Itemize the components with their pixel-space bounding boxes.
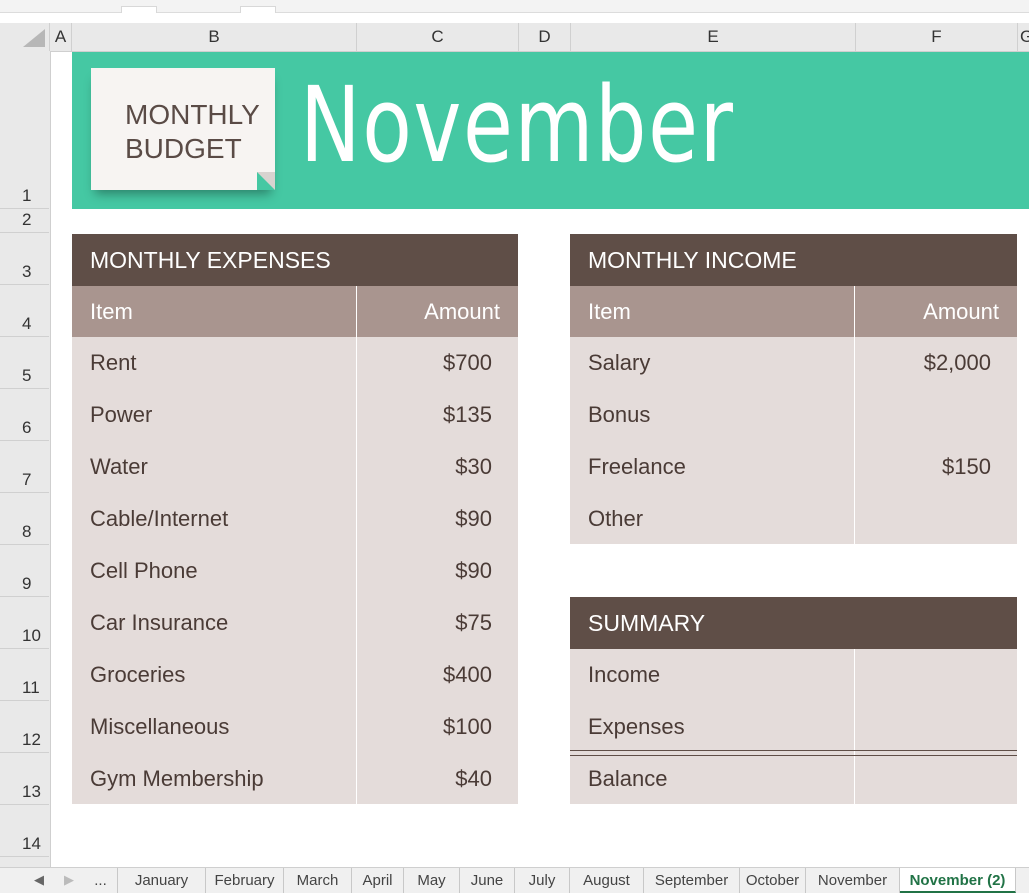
summary-item-cell[interactable]: Income	[588, 649, 660, 701]
row-header[interactable]: 1	[0, 51, 49, 209]
expense-item-cell[interactable]: Miscellaneous	[90, 701, 229, 753]
income-table-header: Item Amount	[570, 286, 1017, 337]
expense-amount-cell[interactable]: $100	[443, 701, 492, 753]
expense-item-cell[interactable]: Groceries	[90, 649, 185, 701]
select-all-button[interactable]	[0, 23, 50, 51]
income-item-cell[interactable]: Bonus	[588, 389, 650, 441]
row-header[interactable]: 9	[0, 545, 49, 597]
expense-amount-cell[interactable]: $40	[455, 753, 492, 805]
expense-amount-cell[interactable]: $135	[443, 389, 492, 441]
expense-item-cell[interactable]: Car Insurance	[90, 597, 228, 649]
sheet-tab-bar: ◀ ▶ ... January February March April May June…	[0, 867, 1029, 893]
expenses-table-title[interactable]: MONTHLY EXPENSES	[72, 234, 518, 286]
ribbon-tab-stub	[240, 6, 276, 13]
expense-amount-cell[interactable]: $90	[455, 545, 492, 597]
expense-item-cell[interactable]: Cell Phone	[90, 545, 198, 597]
sheet-tab[interactable]: January	[118, 868, 206, 893]
sheet-tab[interactable]: April	[352, 868, 404, 893]
monthly-budget-label: MONTHLY BUDGET	[125, 98, 260, 166]
expenses-col-amount[interactable]: Amount	[424, 286, 500, 337]
income-amount-cell[interactable]: $2,000	[924, 337, 991, 389]
summary-table-body: Income Expenses Balance	[570, 649, 1017, 804]
sheet-tab[interactable]: February	[206, 868, 284, 893]
income-table-body: Salary $2,000 Bonus Freelance $150 Other	[570, 337, 1017, 544]
ribbon-edge	[0, 0, 1029, 13]
row-header[interactable]: 11	[0, 649, 49, 701]
row-header[interactable]: 12	[0, 701, 49, 753]
expense-amount-cell[interactable]: $400	[443, 649, 492, 701]
expense-item-cell[interactable]: Rent	[90, 337, 136, 389]
sheet-tab[interactable]: November (2)	[900, 868, 1016, 893]
summary-table-title[interactable]: SUMMARY	[570, 597, 1017, 649]
expenses-col-item[interactable]: Item	[90, 286, 133, 337]
column-header-f[interactable]: F	[856, 23, 1018, 51]
scroll-tabs-right-icon[interactable]: ▶	[64, 872, 74, 888]
expense-amount-cell[interactable]: $75	[455, 597, 492, 649]
column-headers: A B C D E F G	[0, 23, 1029, 52]
sheet-tab[interactable]: August	[570, 868, 644, 893]
expense-item-cell[interactable]: Cable/Internet	[90, 493, 228, 545]
month-title: November	[300, 64, 735, 186]
expense-item-cell[interactable]: Power	[90, 389, 152, 441]
income-col-item[interactable]: Item	[588, 286, 631, 337]
sheet-tab[interactable]: March	[284, 868, 352, 893]
scroll-tabs-left-icon[interactable]: ◀	[34, 872, 44, 888]
row-header[interactable]: 4	[0, 285, 49, 337]
summary-column-divider	[854, 649, 855, 804]
expenses-column-divider	[356, 286, 357, 804]
income-amount-cell[interactable]: $150	[942, 441, 991, 493]
income-col-amount[interactable]: Amount	[923, 286, 999, 337]
balance-double-rule	[570, 750, 1017, 756]
row-header[interactable]: 7	[0, 441, 49, 493]
row-header[interactable]: 10	[0, 597, 49, 649]
sheet-tab[interactable]: July	[515, 868, 570, 893]
income-column-divider	[854, 286, 855, 544]
column-header-c[interactable]: C	[357, 23, 519, 51]
sticky-line-2: BUDGET	[125, 133, 242, 164]
sticky-line-1: MONTHLY	[125, 99, 260, 130]
column-header-b[interactable]: B	[72, 23, 357, 51]
expense-amount-cell[interactable]: $30	[455, 441, 492, 493]
row-header[interactable]: 13	[0, 753, 49, 805]
row-header[interactable]: 5	[0, 337, 49, 389]
expense-amount-cell[interactable]: $90	[455, 493, 492, 545]
summary-item-cell[interactable]: Expenses	[588, 701, 685, 753]
expenses-table-header: Item Amount	[72, 286, 518, 337]
sheet-tab[interactable]: October	[740, 868, 806, 893]
sheet-tab[interactable]: November	[806, 868, 900, 893]
row-header[interactable]: 6	[0, 389, 49, 441]
sheet-tab[interactable]: May	[404, 868, 460, 893]
select-all-triangle-icon	[23, 29, 45, 47]
income-item-cell[interactable]: Freelance	[588, 441, 686, 493]
more-tabs-button[interactable]: ...	[84, 868, 118, 893]
expense-amount-cell[interactable]: $700	[443, 337, 492, 389]
monthly-budget-note: MONTHLY BUDGET	[91, 68, 275, 190]
column-header-d[interactable]: D	[519, 23, 571, 51]
column-header-g[interactable]: G	[1018, 23, 1029, 51]
income-item-cell[interactable]: Other	[588, 493, 643, 545]
ribbon-tab-stub	[121, 6, 157, 13]
note-fold-icon	[257, 172, 275, 190]
row-headers: 1 2 3 4 5 6 7 8 9 10 11 12 13 14	[0, 51, 51, 867]
income-table-title[interactable]: MONTHLY INCOME	[570, 234, 1017, 286]
row-header[interactable]: 2	[0, 209, 49, 233]
expense-item-cell[interactable]: Gym Membership	[90, 753, 264, 805]
income-item-cell[interactable]: Salary	[588, 337, 650, 389]
column-header-e[interactable]: E	[571, 23, 856, 51]
sheet-tab[interactable]: September	[644, 868, 740, 893]
row-header[interactable]: 8	[0, 493, 49, 545]
row-header[interactable]: 14	[0, 805, 49, 857]
summary-item-cell[interactable]: Balance	[588, 753, 668, 805]
column-header-a[interactable]: A	[50, 23, 72, 51]
sheet-tab[interactable]: June	[460, 868, 515, 893]
expenses-table-body: Rent $700 Power $135 Water $30 Cable/Internet $…	[72, 337, 518, 804]
expense-item-cell[interactable]: Water	[90, 441, 148, 493]
row-header[interactable]: 3	[0, 233, 49, 285]
